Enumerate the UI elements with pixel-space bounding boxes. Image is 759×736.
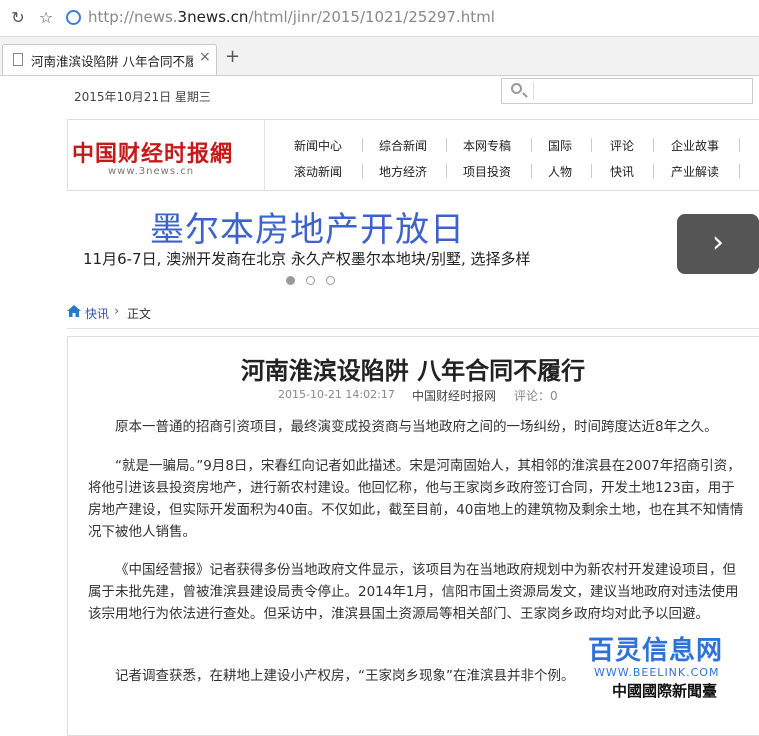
globe-icon xyxy=(66,10,81,25)
tab-active[interactable]: 河南淮滨设陷阱 八年合同不履行 × xyxy=(2,44,217,75)
nav-general-news[interactable]: 综合新闻 xyxy=(379,137,427,154)
search-divider xyxy=(533,82,534,100)
article-paragraph-3: 《中国经营报》记者获得多份当地政府文件显示，该项目为在当地政府规划中为新农村开发… xyxy=(88,562,739,622)
nav-local-economy[interactable]: 地方经济 xyxy=(379,163,427,180)
nav-separator xyxy=(591,164,592,178)
nav-industry-analysis[interactable]: 产业解读 xyxy=(671,163,719,180)
article-source: 中国财经时报网 xyxy=(412,389,497,403)
carousel-dot-1[interactable] xyxy=(286,276,295,285)
carousel-dot-2[interactable] xyxy=(306,276,315,285)
header-divider xyxy=(264,120,265,190)
nav-international[interactable]: 国际 xyxy=(548,137,572,154)
breadcrumb: 快讯 › 正文 xyxy=(67,304,759,329)
nav-flash[interactable]: 快讯 xyxy=(610,163,634,180)
banner-title[interactable]: 墨尔本房地产开放日 xyxy=(150,202,465,251)
watermark-title: 百灵信息网 xyxy=(588,636,724,666)
chevron-right-icon: › xyxy=(114,304,120,319)
nav-news-center[interactable]: 新闻中心 xyxy=(294,137,342,154)
nav-separator xyxy=(739,138,740,152)
nav-separator xyxy=(446,138,447,152)
browser-chrome: ↻ ☆ http://news.3news.cn/html/jinr/2015/… xyxy=(0,0,759,76)
article-time: 2015-10-21 14:02:17 xyxy=(278,388,395,401)
watermark-subtitle: 中國國際新聞臺 xyxy=(612,682,718,700)
breadcrumb-current: 正文 xyxy=(127,307,152,321)
article-title: 河南淮滨设陷阱 八年合同不履行 xyxy=(240,356,586,385)
tab-title: 河南淮滨设陷阱 八年合同不履行 xyxy=(31,54,193,69)
site-logo-url: www.3news.cn xyxy=(108,166,195,177)
nav-separator xyxy=(446,164,447,178)
address-bar[interactable]: ↻ ☆ http://news.3news.cn/html/jinr/2015/… xyxy=(0,0,759,37)
nav-separator xyxy=(739,164,740,178)
document-icon xyxy=(13,53,23,66)
nav-people[interactable]: 人物 xyxy=(548,163,572,180)
nav-separator xyxy=(653,164,654,178)
refresh-icon[interactable]: ↻ xyxy=(6,6,30,30)
ad-banner[interactable]: 墨尔本房地产开放日 11月6-7日, 澳洲开发商在北京 永久产权墨尔本地块/别墅… xyxy=(0,198,759,288)
nav-project-investment[interactable]: 项目投资 xyxy=(463,163,511,180)
article-paragraph-2: “就是一骗局。”9月8日，宋春红向记者如此描述。宋是河南固始人，其相邻的淮滨县在… xyxy=(88,458,744,540)
new-tab-button[interactable]: + xyxy=(225,46,240,67)
nav-company-stories[interactable]: 企业故事 xyxy=(671,137,719,154)
nav-commentary[interactable]: 评论 xyxy=(610,137,634,154)
nav-separator xyxy=(531,164,532,178)
site-header: 中国财经时报網 www.3news.cn 新闻中心 综合新闻 本网专稿 国际 评… xyxy=(67,119,759,191)
nav-separator xyxy=(362,164,363,178)
nav-separator xyxy=(591,138,592,152)
search-icon[interactable] xyxy=(511,83,522,94)
watermark-url: WWW.BEELINK.COM xyxy=(594,666,720,679)
article-comment-count[interactable]: 评论：0 xyxy=(514,387,558,404)
search-box[interactable] xyxy=(501,78,753,104)
nav-separator xyxy=(362,138,363,152)
article-paragraph-1: 原本一普通的招商引资项目，最终演变成投资商与当地政府之间的一场纠纷，时间跨度达近… xyxy=(115,419,718,435)
nav-separator xyxy=(531,138,532,152)
breadcrumb-section-link[interactable]: 快讯 xyxy=(85,305,109,322)
url-text[interactable]: http://news.3news.cn/html/jinr/2015/1021… xyxy=(88,8,495,26)
banner-next-button[interactable]: › xyxy=(677,214,759,274)
star-icon[interactable]: ☆ xyxy=(34,6,58,30)
search-input[interactable] xyxy=(538,81,750,101)
watermark: 百灵信息网 WWW.BEELINK.COM 中國國際新聞臺 xyxy=(588,630,759,703)
current-date: 2015年10月21日 星期三 xyxy=(74,90,211,104)
nav-exclusive[interactable]: 本网专稿 xyxy=(463,137,511,154)
carousel-dot-3[interactable] xyxy=(326,276,335,285)
close-tab-button[interactable]: × xyxy=(199,49,211,65)
home-icon[interactable] xyxy=(67,305,81,317)
breadcrumb-divider xyxy=(67,328,759,329)
nav-rolling-news[interactable]: 滚动新闻 xyxy=(294,163,342,180)
page-content: 2015年10月21日 星期三 中国财经时报網 www.3news.cn 新闻中… xyxy=(0,76,759,736)
banner-subtitle[interactable]: 11月6-7日, 澳洲开发商在北京 永久产权墨尔本地块/别墅, 选择多样 xyxy=(83,248,530,269)
site-logo[interactable]: 中国财经时报網 xyxy=(72,136,233,168)
nav-separator xyxy=(653,138,654,152)
